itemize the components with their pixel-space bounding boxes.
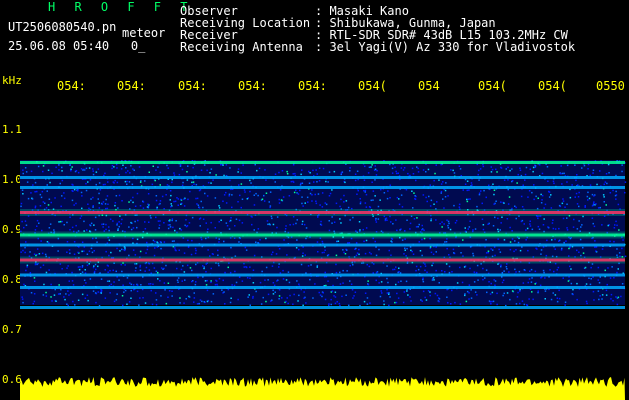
time-tick: 054: [178, 79, 207, 93]
time-tick: 0550 [596, 79, 625, 93]
signal-band [20, 273, 625, 277]
filename: UT2506080540.pn [8, 20, 117, 34]
time-tick: 054: [57, 79, 86, 93]
station-info-labels: Observer Receiving Location Receiver Rec… [180, 4, 311, 54]
signal-band [20, 306, 625, 309]
time-tick: 054 [418, 79, 440, 93]
signal-band [20, 231, 625, 239]
signal-band [20, 286, 625, 289]
datetime-value: 25.06.08 05:40 [8, 39, 110, 53]
datetime-suffix: 0_ [130, 39, 146, 53]
station-info-values: : Masaki Kano : Shibukawa, Gunma, Japan … [315, 4, 576, 54]
datetime: 25.06.08 05:40 0_ [8, 40, 145, 52]
axis-unit: kHz [2, 74, 22, 87]
signal-band [20, 186, 625, 189]
amplitude-strip [20, 377, 625, 400]
time-tick: 054: [238, 79, 267, 93]
signal-band [20, 256, 625, 264]
signal-band [20, 209, 625, 216]
signal-band [20, 176, 625, 179]
app-title: H R O F F T [48, 0, 194, 14]
signal-band [20, 243, 625, 247]
signal-band [20, 161, 625, 164]
time-tick: 054: [117, 79, 146, 93]
time-tick: 054( [538, 79, 567, 93]
spectrogram [20, 160, 627, 400]
time-tick: 054: [298, 79, 327, 93]
time-tick: 054( [478, 79, 507, 93]
time-tick: 054( [358, 79, 387, 93]
mode-label: meteor [122, 26, 166, 40]
